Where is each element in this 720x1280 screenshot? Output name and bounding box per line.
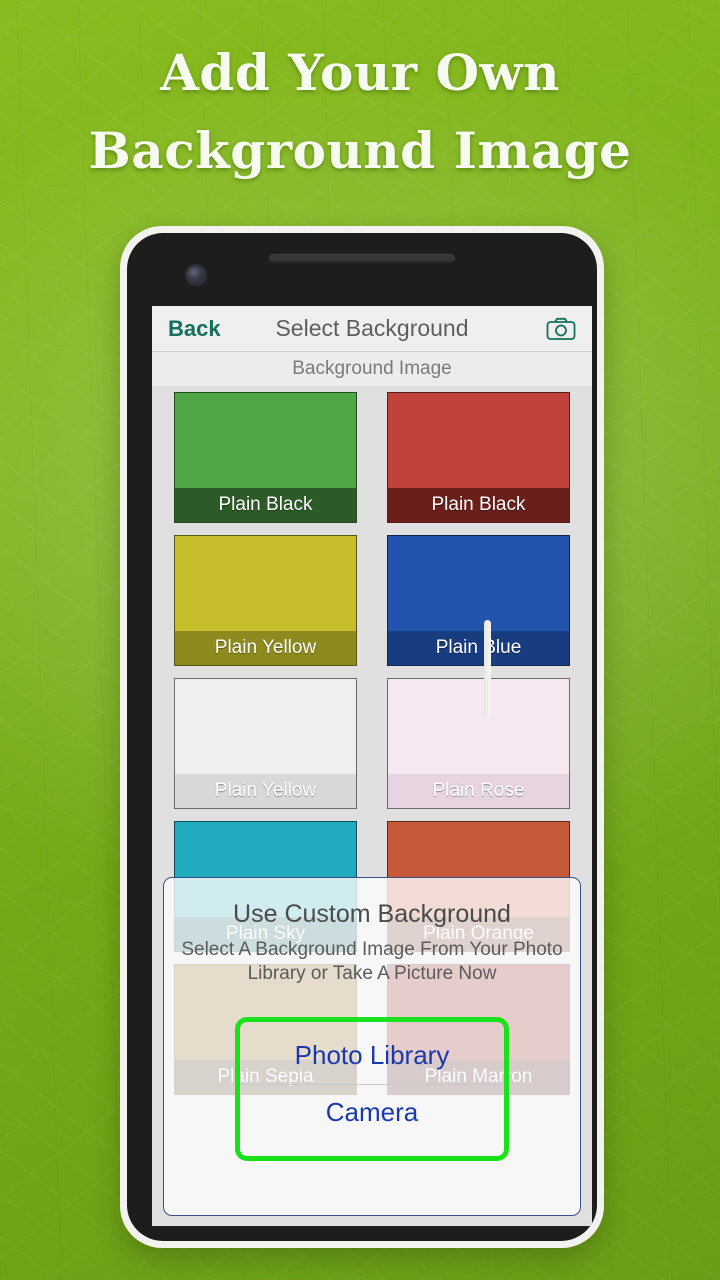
tile-item[interactable]: Plain Black [387, 392, 570, 523]
phone-body: Back Select Background Background Image … [127, 233, 597, 1241]
promo-headline-line-2: Background Image [88, 120, 632, 180]
power-button[interactable] [484, 620, 491, 718]
tile-label: Plain Black [388, 488, 569, 522]
dialog-button-group: Photo Library Camera [235, 1016, 509, 1161]
camera-button[interactable]: Camera [239, 1083, 505, 1141]
dialog-message: Select A Background Image From Your Phot… [181, 939, 563, 985]
photo-library-button[interactable]: Photo Library [239, 1028, 505, 1084]
custom-background-dialog: Use Custom Background Select A Backgroun… [163, 877, 581, 1216]
front-camera-icon [187, 266, 205, 284]
app-screen: Back Select Background Background Image … [152, 306, 592, 1226]
tile-item[interactable]: Plain Blue [387, 535, 570, 666]
tile-label: Plain Yellow [175, 774, 356, 808]
tile-item[interactable]: Plain Black [174, 392, 357, 523]
tile-label: Plain Rose [388, 774, 569, 808]
navigation-bar: Back Select Background [152, 306, 592, 352]
tile-item[interactable]: Plain Rose [387, 678, 570, 809]
tile-label: Plain Blue [388, 631, 569, 665]
tile-label: Plain Black [175, 488, 356, 522]
dialog-title: Use Custom Background [233, 900, 511, 928]
tile-label: Plain Yellow [175, 631, 356, 665]
tile-item[interactable]: Plain Yellow [174, 535, 357, 666]
camera-icon[interactable] [546, 317, 576, 341]
back-button[interactable]: Back [168, 316, 221, 342]
section-header: Background Image [152, 352, 592, 386]
phone-mockup: Back Select Background Background Image … [120, 226, 604, 1248]
earpiece-speaker [269, 254, 455, 263]
promo-headline-line-1: Add Your Own [160, 43, 560, 102]
tile-item[interactable]: Plain Yellow [174, 678, 357, 809]
promo-headline: Add Your Own Background Image [0, 34, 720, 189]
